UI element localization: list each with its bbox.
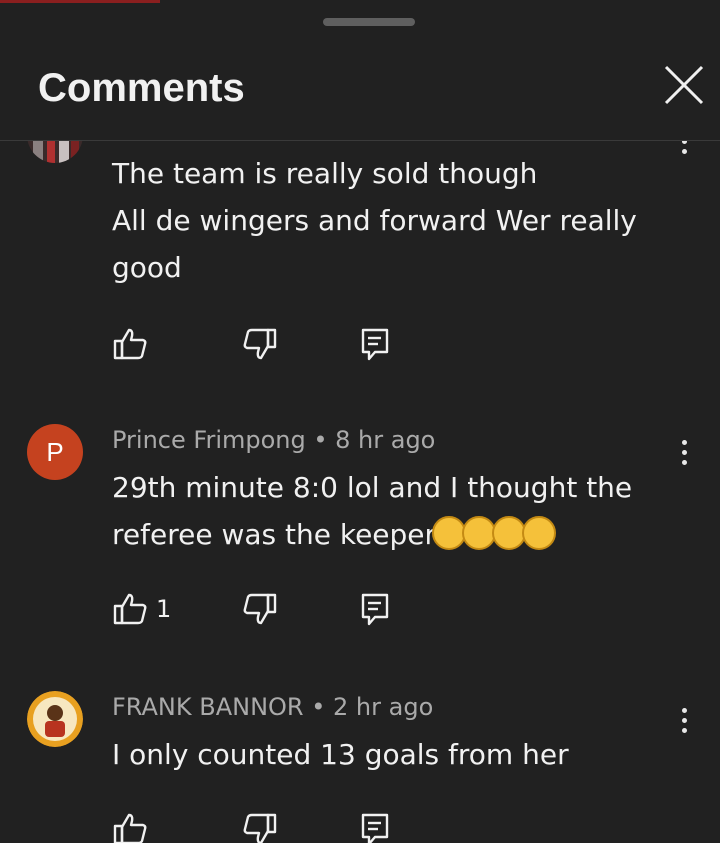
thumbs-up-icon [113,813,147,843]
comment-text-line: The team is really sold though [112,157,538,190]
like-count: 1 [156,595,172,623]
like-button[interactable] [112,809,148,843]
dislike-button[interactable] [242,324,278,364]
laughing-emoji [462,516,497,550]
comment-text-line: referee was the keeper [112,511,557,558]
avatar[interactable]: P [27,424,83,480]
avatar[interactable] [27,691,83,747]
comment-menu-button[interactable] [668,141,700,163]
comment-actions: 1 [0,589,720,629]
reply-icon [361,328,389,361]
comment-text-line: 29th minute 8:0 lol and I thought the [112,471,633,504]
like-button[interactable] [112,324,148,364]
laughing-emoji [492,516,527,550]
close-icon [664,65,704,105]
thumbs-up-icon [113,593,147,625]
dislike-button[interactable] [242,809,278,843]
comment-text-line: I only counted 13 goals from her [112,738,569,771]
thumbs-down-icon [243,328,277,360]
avatar[interactable] [27,141,83,163]
comment-actions [0,324,720,364]
reply-button[interactable] [358,589,392,629]
top-accent-bar [0,0,160,3]
comment-menu-button[interactable] [668,698,700,742]
comment-text-line: All de wingers and forward Wer really [112,204,637,237]
dislike-button[interactable] [242,589,278,629]
comment-actions [0,809,720,843]
comment-text-span: referee was the keeper [112,518,437,551]
laughing-emoji [522,516,557,550]
reply-icon [361,593,389,626]
thumbs-up-icon [113,328,147,360]
reply-button[interactable] [358,809,392,843]
laughing-emoji [432,516,467,550]
thumbs-down-icon [243,813,277,843]
close-button[interactable] [660,61,708,109]
reply-button[interactable] [358,324,392,364]
comment-author-time[interactable]: Prince Frimpong • 8 hr ago [112,426,435,454]
page-title: Comments [38,66,245,110]
comments-header: Comments [0,30,720,141]
thumbs-down-icon [243,593,277,625]
reply-icon [361,813,389,843]
drag-handle[interactable] [323,18,415,26]
comment-author-time[interactable]: FRANK BANNOR • 2 hr ago [112,693,433,721]
comment-text-line: good [112,251,182,284]
comment-menu-button[interactable] [668,430,700,474]
like-button[interactable]: 1 [112,589,171,629]
comments-list[interactable]: The team is really sold though All de wi… [0,141,720,843]
